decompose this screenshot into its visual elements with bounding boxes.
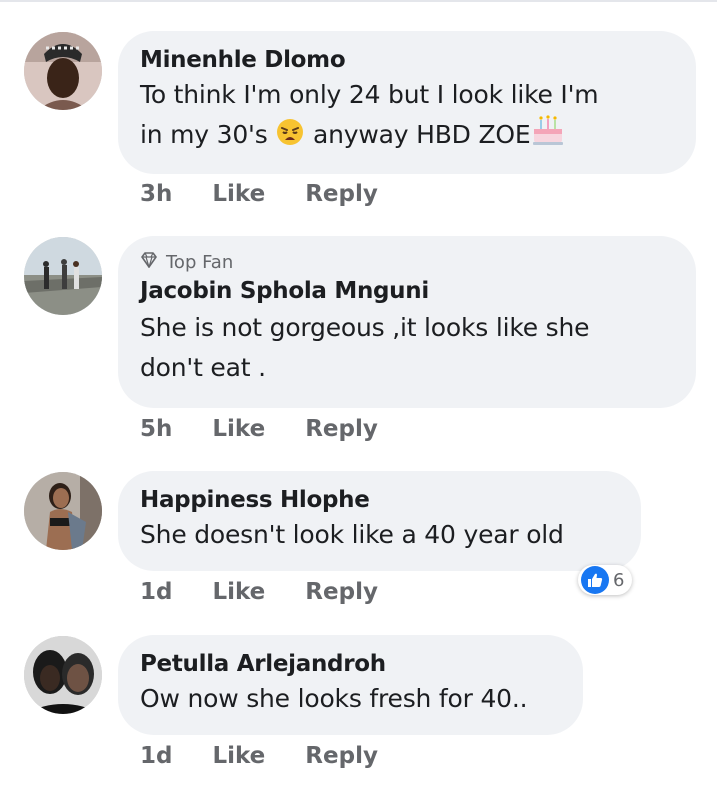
- weary-face-emoji: [275, 117, 305, 159]
- avatar[interactable]: [24, 636, 102, 714]
- comment-timestamp[interactable]: 5h: [140, 416, 172, 442]
- badge-label: Top Fan: [166, 252, 234, 273]
- commenter-name[interactable]: Happiness Hlophe: [140, 485, 617, 515]
- comment-bubble: Minenhle Dlomo To think I'm only 24 but …: [118, 31, 696, 174]
- commenter-name[interactable]: Petulla Arlejandroh: [140, 649, 559, 679]
- reply-button[interactable]: Reply: [305, 416, 378, 442]
- comment-timestamp[interactable]: 1d: [140, 743, 172, 769]
- commenter-name[interactable]: Minenhle Dlomo: [140, 45, 672, 75]
- like-button[interactable]: Like: [212, 579, 265, 605]
- birthday-cake-emoji: [530, 115, 566, 159]
- comment-text: She is not gorgeous ,it looks like she d…: [140, 308, 672, 388]
- commenter-name[interactable]: Jacobin Sphola Mnguni: [140, 276, 672, 306]
- like-button[interactable]: Like: [212, 743, 265, 769]
- avatar[interactable]: [24, 472, 102, 550]
- comment-text-line: She doesn't look like a 40 year old: [140, 520, 564, 549]
- reply-button[interactable]: Reply: [305, 579, 378, 605]
- comment-timestamp[interactable]: 3h: [140, 181, 172, 207]
- comment-text-line: She is not gorgeous ,it looks like she: [140, 313, 590, 342]
- comment-bubble: Petulla Arlejandroh Ow now she looks fre…: [118, 635, 583, 735]
- comment-text-segment: anyway HBD ZOE: [313, 120, 531, 149]
- like-button[interactable]: Like: [212, 181, 265, 207]
- comment-actions: 1d Like Reply: [140, 579, 378, 605]
- reaction-count: 6: [613, 569, 625, 591]
- comment-text-line: Ow now she looks fresh for 40..: [140, 684, 528, 713]
- comment-bubble: Happiness Hlophe She doesn't look like a…: [118, 471, 641, 571]
- avatar[interactable]: [24, 32, 102, 110]
- top-divider: [0, 0, 717, 2]
- thumbs-up-icon: [581, 566, 609, 594]
- comment-text: She doesn't look like a 40 year old: [140, 515, 617, 555]
- comment-actions: 5h Like Reply: [140, 416, 378, 442]
- reaction-summary[interactable]: 6: [578, 565, 633, 595]
- like-button[interactable]: Like: [212, 416, 265, 442]
- diamond-icon: [140, 252, 158, 274]
- comment-text-line: don't eat .: [140, 353, 266, 382]
- comment-text: To think I'm only 24 but I look like I'm…: [140, 75, 672, 159]
- comment-text: Ow now she looks fresh for 40..: [140, 679, 559, 719]
- comment-text-line: in my 30's anyway HBD ZOE: [140, 115, 672, 159]
- comment-timestamp[interactable]: 1d: [140, 579, 172, 605]
- avatar[interactable]: [24, 237, 102, 315]
- top-fan-badge: Top Fan: [140, 252, 672, 274]
- comment-text-segment: in my 30's: [140, 120, 268, 149]
- comment-bubble: Top Fan Jacobin Sphola Mnguni She is not…: [118, 236, 696, 408]
- reply-button[interactable]: Reply: [305, 181, 378, 207]
- comment-actions: 1d Like Reply: [140, 743, 378, 769]
- reply-button[interactable]: Reply: [305, 743, 378, 769]
- comment-actions: 3h Like Reply: [140, 181, 378, 207]
- comment-text-line: To think I'm only 24 but I look like I'm: [140, 80, 599, 109]
